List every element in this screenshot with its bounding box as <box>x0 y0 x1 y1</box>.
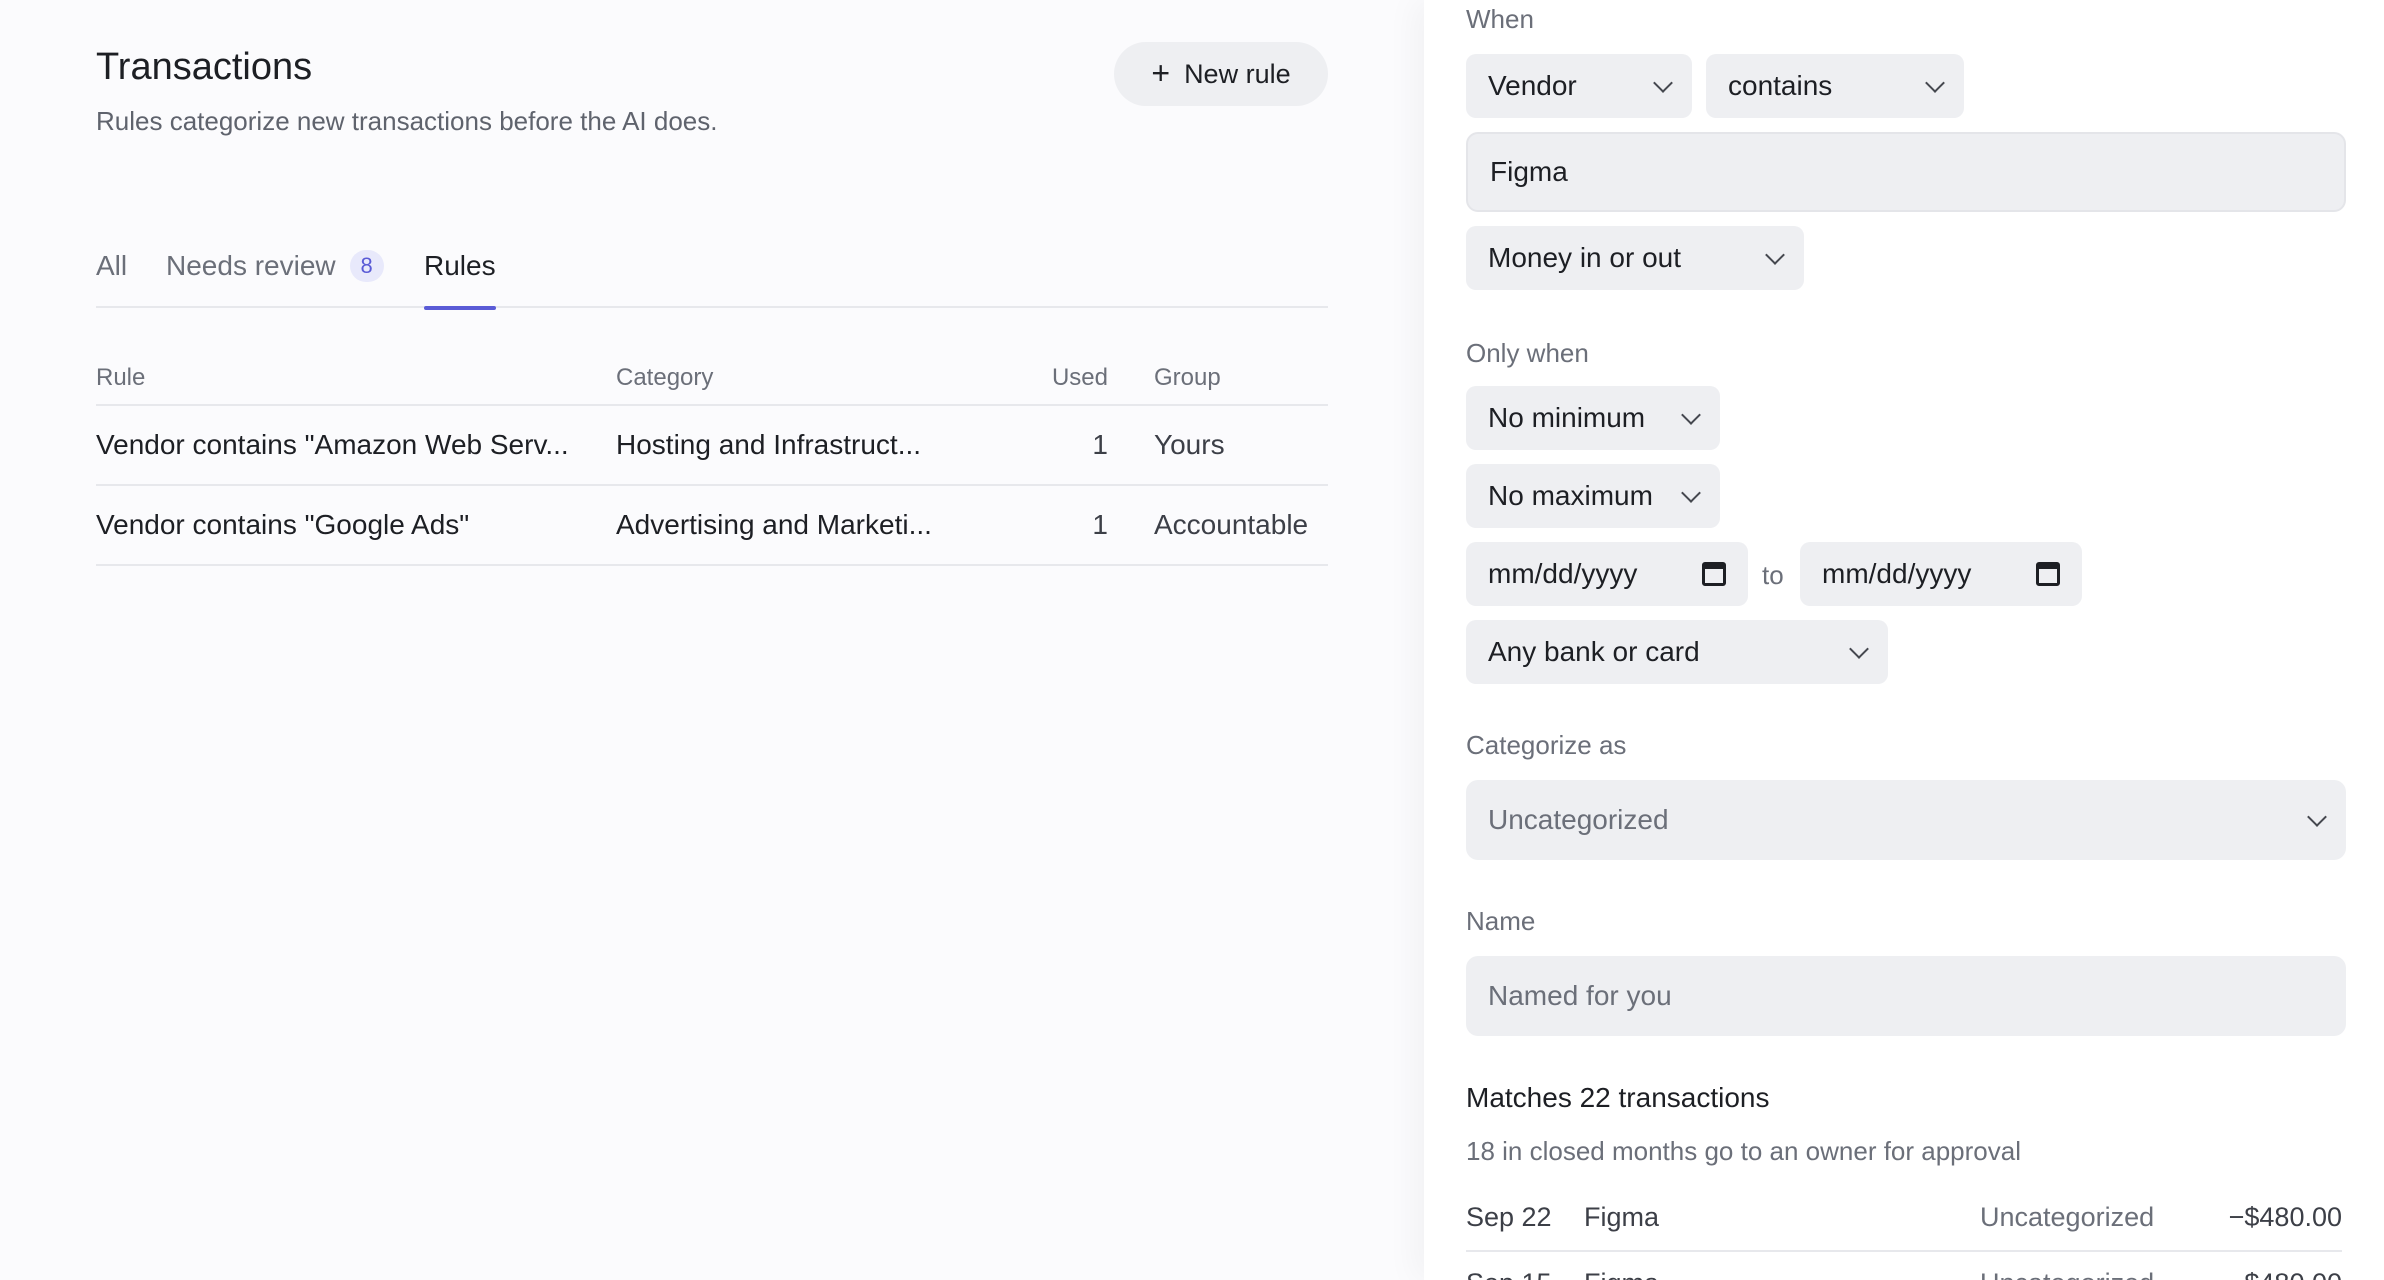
date-to-input[interactable]: mm/dd/yyyy <box>1800 542 2082 606</box>
rule-name-input[interactable]: Named for you <box>1466 956 2346 1036</box>
chevron-down-icon <box>1681 483 1701 503</box>
chevron-down-icon <box>1849 639 1869 659</box>
match-date: Sep 15 <box>1466 1268 1552 1280</box>
field-select[interactable]: Vendor <box>1466 54 1692 118</box>
tab-rules-label: Rules <box>424 250 496 281</box>
plus-icon: + <box>1151 54 1171 91</box>
table-row[interactable]: Vendor contains "Amazon Web Serv... Host… <box>96 406 1328 486</box>
account-select[interactable]: Any bank or card <box>1466 620 1888 684</box>
page-subtitle: Rules categorize new transactions before… <box>96 106 718 136</box>
page-title: Transactions <box>96 46 313 88</box>
new-rule-button[interactable]: + New rule <box>1114 42 1328 106</box>
chevron-down-icon <box>1765 245 1785 265</box>
new-rule-label: New rule <box>1184 58 1291 89</box>
table-header: Rule Category Used Group <box>96 358 1328 406</box>
only-when-label: Only when <box>1466 338 1589 368</box>
tab-all-label: All <box>96 250 128 281</box>
minimum-select-value: No minimum <box>1488 402 1646 433</box>
date-from-input[interactable]: mm/dd/yyyy <box>1466 542 1748 606</box>
match-category: Uncategorized <box>1980 1268 2154 1280</box>
column-header-group[interactable]: Group <box>1154 358 1334 404</box>
column-header-rule[interactable]: Rule <box>96 358 586 404</box>
vendor-value-input[interactable]: Figma <box>1466 132 2346 212</box>
needs-review-count-badge: 8 <box>349 250 384 282</box>
match-amount: −$480.00 <box>2228 1202 2342 1232</box>
used-cell: 1 <box>1092 509 1108 540</box>
maximum-select[interactable]: No maximum <box>1466 464 1720 528</box>
direction-select-value: Money in or out <box>1488 242 1681 273</box>
category-select-value: Uncategorized <box>1488 804 1669 835</box>
column-header-used[interactable]: Used <box>1036 358 1108 404</box>
date-to-placeholder: mm/dd/yyyy <box>1822 558 1972 589</box>
operator-select[interactable]: contains <box>1706 54 1964 118</box>
rule-cell: Vendor contains "Google Ads" <box>96 509 470 540</box>
operator-select-value: contains <box>1728 70 1833 101</box>
match-category: Uncategorized <box>1980 1202 2155 1232</box>
matches-subtitle: 18 in closed months go to an owner for a… <box>1466 1136 2022 1166</box>
chevron-down-icon <box>2307 807 2327 827</box>
chevron-down-icon <box>1681 405 1701 425</box>
group-cell: Yours <box>1154 429 1225 460</box>
group-cell: Accountable <box>1154 509 1309 540</box>
match-row[interactable]: Sep 15 Figma Uncategorized −$480.00 <box>1466 1252 2342 1280</box>
maximum-select-value: No maximum <box>1488 480 1653 511</box>
name-label: Name <box>1466 906 1536 936</box>
date-from-placeholder: mm/dd/yyyy <box>1488 558 1638 589</box>
tab-all[interactable]: All <box>96 250 127 308</box>
category-cell: Hosting and Infrastruct... <box>616 429 922 460</box>
calendar-icon[interactable] <box>1702 562 1726 586</box>
tab-bar: All Needs review 8 Rules <box>96 250 1328 310</box>
chevron-down-icon <box>1925 73 1945 93</box>
vendor-value-text: Figma <box>1490 156 1568 187</box>
rules-page: Transactions Rules categorize new transa… <box>0 0 1424 1280</box>
rules-table: Rule Category Used Group Vendor contains… <box>96 358 1328 566</box>
match-row[interactable]: Sep 22 Figma Uncategorized −$480.00 <box>1466 1186 2342 1252</box>
date-range-to-label: to <box>1762 560 1784 590</box>
match-vendor: Figma <box>1584 1268 1659 1280</box>
match-vendor: Figma <box>1584 1202 1660 1232</box>
direction-select[interactable]: Money in or out <box>1466 226 1804 290</box>
table-row[interactable]: Vendor contains "Google Ads" Advertising… <box>96 486 1328 566</box>
categorize-as-label: Categorize as <box>1466 730 1627 760</box>
match-amount: −$480.00 <box>2229 1268 2342 1280</box>
match-date: Sep 22 <box>1466 1202 1552 1232</box>
tab-needs-review[interactable]: Needs review 8 <box>166 250 384 308</box>
rule-cell: Vendor contains "Amazon Web Serv... <box>96 429 569 460</box>
account-select-value: Any bank or card <box>1488 636 1700 667</box>
category-cell: Advertising and Marketi... <box>616 509 931 540</box>
matches-title: Matches 22 transactions <box>1466 1082 1770 1113</box>
field-select-value: Vendor <box>1488 70 1577 101</box>
used-cell: 1 <box>1092 429 1108 460</box>
chevron-down-icon <box>1653 73 1673 93</box>
when-label: When <box>1466 4 1534 34</box>
minimum-select[interactable]: No minimum <box>1466 386 1720 450</box>
tab-needs-review-label: Needs review <box>166 250 336 281</box>
rule-name-placeholder: Named for you <box>1488 980 1672 1011</box>
calendar-icon[interactable] <box>2036 562 2060 586</box>
column-header-category[interactable]: Category <box>616 358 931 404</box>
category-select[interactable]: Uncategorized <box>1466 780 2346 860</box>
tab-rules[interactable]: Rules <box>424 250 496 310</box>
